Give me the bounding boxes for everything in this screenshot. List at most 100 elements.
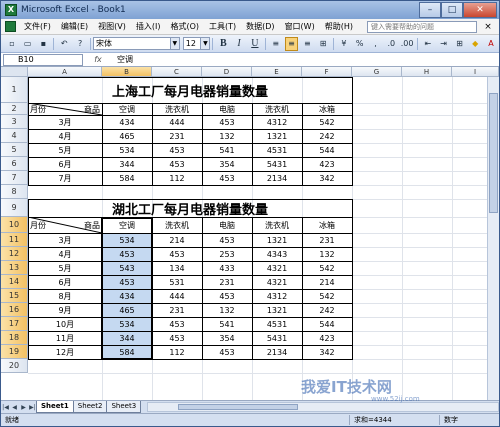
row-header-1[interactable]: 1 — [1, 77, 28, 103]
value-cell[interactable]: 453 — [202, 233, 252, 247]
undo-icon[interactable]: ↶ — [57, 37, 71, 51]
column-label[interactable]: 洗衣机 — [252, 103, 302, 115]
row-header-11[interactable]: 11 — [1, 233, 28, 247]
sheet-tab-sheet1[interactable]: Sheet1 — [36, 401, 74, 413]
column-label[interactable]: 空调 — [102, 217, 152, 233]
bold-button[interactable]: B — [216, 37, 230, 51]
month-cell[interactable]: 7月 — [28, 171, 102, 185]
save-icon[interactable]: ▪ — [37, 37, 51, 51]
column-label[interactable]: 空调 — [102, 103, 152, 115]
menu-format[interactable]: 格式(O) — [165, 19, 204, 35]
value-cell[interactable]: 4312 — [252, 115, 302, 129]
underline-button[interactable]: U — [248, 37, 262, 51]
value-cell[interactable]: 242 — [302, 303, 352, 317]
row-header-17[interactable]: 17 — [1, 317, 28, 331]
value-cell[interactable]: 4312 — [252, 289, 302, 303]
italic-button[interactable]: I — [232, 37, 246, 51]
value-cell[interactable]: 423 — [302, 157, 352, 171]
row-header-15[interactable]: 15 — [1, 289, 28, 303]
align-left-icon[interactable]: ≡ — [269, 37, 283, 51]
column-header-f[interactable]: F — [302, 67, 352, 77]
value-cell[interactable]: 1321 — [252, 303, 302, 317]
value-cell[interactable]: 531 — [152, 275, 202, 289]
table1-title[interactable]: 上海工厂每月电器销量数量 — [28, 77, 352, 103]
value-cell[interactable]: 132 — [302, 247, 352, 261]
month-cell[interactable]: 6月 — [28, 157, 102, 171]
month-cell[interactable]: 5月 — [28, 143, 102, 157]
prev-sheet-icon[interactable]: ◀ — [10, 404, 19, 411]
align-center-icon[interactable]: ≡ — [284, 36, 299, 51]
month-cell[interactable]: 3月 — [28, 233, 102, 247]
value-cell[interactable]: 344 — [102, 157, 152, 171]
value-cell[interactable]: 453 — [202, 289, 252, 303]
value-cell[interactable]: 453 — [152, 331, 202, 345]
column-header-e[interactable]: E — [252, 67, 302, 77]
value-cell[interactable]: 1321 — [252, 129, 302, 143]
value-cell[interactable]: 112 — [152, 171, 202, 185]
increase-decimal-icon[interactable]: .0 — [384, 37, 398, 51]
vertical-scrollbar[interactable] — [487, 77, 499, 400]
value-cell[interactable]: 4531 — [252, 317, 302, 331]
value-cell[interactable]: 342 — [302, 171, 352, 185]
row-header-4[interactable]: 4 — [1, 129, 28, 143]
value-cell[interactable]: 542 — [302, 261, 352, 275]
next-sheet-icon[interactable]: ▶ — [19, 404, 28, 411]
row-header-19[interactable]: 19 — [1, 345, 28, 359]
increase-indent-icon[interactable]: ⇥ — [437, 37, 451, 51]
vertical-scroll-thumb[interactable] — [489, 93, 498, 213]
value-cell[interactable]: 1321 — [252, 233, 302, 247]
row-header-6[interactable]: 6 — [1, 157, 28, 171]
value-cell[interactable]: 134 — [152, 261, 202, 275]
value-cell[interactable]: 242 — [302, 129, 352, 143]
value-cell[interactable]: 354 — [202, 157, 252, 171]
select-all-corner[interactable] — [1, 67, 28, 77]
value-cell[interactable]: 453 — [152, 317, 202, 331]
month-cell[interactable]: 8月 — [28, 289, 102, 303]
column-label[interactable]: 电脑 — [202, 217, 252, 233]
row-header-7[interactable]: 7 — [1, 171, 28, 185]
table2-title[interactable]: 湖北工厂每月电器销量数量 — [28, 199, 352, 218]
value-cell[interactable]: 453 — [152, 247, 202, 261]
value-cell[interactable]: 453 — [102, 275, 152, 289]
column-label[interactable]: 洗衣机 — [152, 103, 202, 115]
row-header-12[interactable]: 12 — [1, 247, 28, 261]
value-cell[interactable]: 453 — [152, 157, 202, 171]
value-cell[interactable]: 434 — [102, 289, 152, 303]
month-cell[interactable]: 9月 — [28, 303, 102, 317]
sheet-tab-sheet2[interactable]: Sheet2 — [72, 401, 108, 413]
chevron-down-icon[interactable]: ▼ — [200, 38, 210, 49]
help-icon[interactable]: ? — [73, 37, 87, 51]
sheet-tab-sheet3[interactable]: Sheet3 — [106, 401, 142, 413]
column-header-g[interactable]: G — [352, 67, 402, 77]
menu-file[interactable]: 文件(F) — [19, 19, 56, 35]
value-cell[interactable]: 5431 — [252, 157, 302, 171]
value-cell[interactable]: 4531 — [252, 143, 302, 157]
column-header-h[interactable]: H — [402, 67, 452, 77]
value-cell[interactable]: 231 — [152, 303, 202, 317]
value-cell[interactable]: 4321 — [252, 275, 302, 289]
value-cell[interactable]: 584 — [102, 345, 152, 359]
column-header-i[interactable]: I — [452, 67, 499, 77]
value-cell[interactable]: 112 — [152, 345, 202, 359]
font-color-icon[interactable]: A — [484, 37, 498, 51]
value-cell[interactable]: 541 — [202, 143, 252, 157]
formula-input[interactable]: 空调 — [113, 54, 133, 65]
horizontal-scroll-thumb[interactable] — [178, 404, 299, 410]
month-cell[interactable]: 3月 — [28, 115, 102, 129]
percent-icon[interactable]: % — [353, 37, 367, 51]
row-header-2[interactable]: 2 — [1, 103, 28, 115]
maximize-button[interactable]: □ — [441, 2, 463, 18]
merge-center-icon[interactable]: ⊞ — [316, 37, 330, 51]
value-cell[interactable]: 444 — [152, 115, 202, 129]
value-cell[interactable]: 543 — [102, 261, 152, 275]
close-workbook-icon[interactable]: × — [480, 22, 496, 32]
row-header-3[interactable]: 3 — [1, 115, 28, 129]
menu-data[interactable]: 数据(D) — [241, 19, 279, 35]
fill-color-icon[interactable]: ◆ — [468, 37, 482, 51]
open-icon[interactable]: ▭ — [21, 37, 35, 51]
value-cell[interactable]: 214 — [152, 233, 202, 247]
value-cell[interactable]: 132 — [202, 129, 252, 143]
value-cell[interactable]: 231 — [302, 233, 352, 247]
decrease-indent-icon[interactable]: ⇤ — [421, 37, 435, 51]
worksheet-grid[interactable]: A B C D E F G H I 1 2 3 4 5 6 7 8 9 10 11 12 13 14 15 16 17 18 19 20… — [1, 67, 499, 400]
